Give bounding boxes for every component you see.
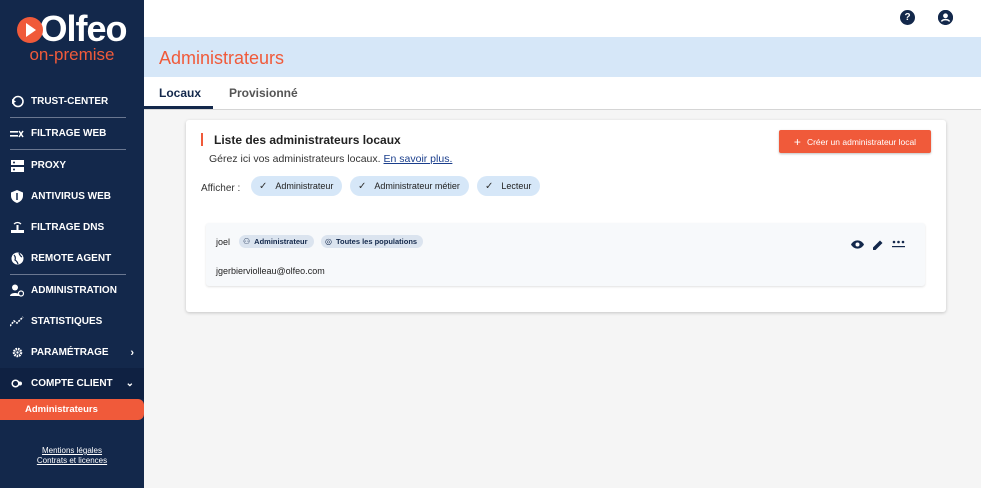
sidebar-item-label: REMOTE AGENT [31, 253, 112, 264]
role-badge: ⚇ Administrateur [239, 235, 314, 248]
sidebar-item-proxy[interactable]: PROXY [0, 150, 144, 181]
population-label: Toutes les populations [335, 237, 418, 246]
logo-subtitle: on-premise [29, 45, 115, 64]
sidebar-item-label: FILTRAGE WEB [31, 128, 107, 139]
sidebar-item-label: ADMINISTRATION [31, 285, 117, 296]
sidebar: Olfeo on-premise TRUST-CENTER FILTRAGE W… [0, 0, 144, 488]
check-icon: ✓ [259, 180, 268, 192]
sidebar-item-label: COMPTE CLIENT [31, 378, 113, 389]
chip-label: Administrateur métier [374, 181, 460, 191]
sidebar-item-label: FILTRAGE DNS [31, 222, 105, 233]
population-badge: ◎ Toutes les populations [321, 235, 424, 248]
filter-chip-administrateur-metier[interactable]: ✓ Administrateur métier [350, 176, 469, 196]
edit-icon[interactable] [873, 240, 883, 253]
title-accent [201, 133, 203, 146]
sidebar-item-label: PARAMÉTRAGE [31, 347, 109, 358]
account-icon [10, 377, 24, 391]
sidebar-subitem-administrateurs[interactable]: Administrateurs [0, 399, 144, 420]
learn-more-link[interactable]: En savoir plus. [384, 153, 453, 165]
chip-label: Lecteur [501, 181, 532, 191]
local-admins-card: Liste des administrateurs locaux Gérez i… [186, 120, 946, 312]
description-text: Gérez ici vos administrateurs locaux. [209, 153, 381, 165]
globe-icon [10, 252, 24, 266]
contracts-link[interactable]: Contrats et licences [0, 456, 144, 466]
target-icon: ◎ [325, 237, 332, 246]
logo-text: Olfeo [39, 8, 127, 49]
plus-icon: + [793, 134, 801, 149]
check-icon: ✓ [485, 180, 494, 192]
sidebar-nav: TRUST-CENTER FILTRAGE WEB PROXY ANTIVIRU… [0, 86, 144, 420]
admin-name: joel [216, 237, 231, 247]
badge-icon: ⚇ [243, 237, 251, 246]
filter-chip-administrateur[interactable]: ✓ Administrateur [251, 176, 343, 196]
help-icon[interactable]: ? [900, 10, 915, 25]
filter-chip-lecteur[interactable]: ✓ Lecteur [477, 176, 541, 196]
view-icon[interactable] [851, 240, 864, 252]
footer-links: Mentions légales Contrats et licences [0, 446, 144, 466]
active-tab-indicator [144, 106, 213, 109]
dns-icon [10, 221, 24, 235]
filter-label: Afficher : [201, 183, 241, 194]
chip-label: Administrateur [275, 181, 334, 191]
sidebar-item-label: STATISTIQUES [31, 316, 103, 327]
more-options-icon[interactable] [892, 239, 905, 252]
check-icon: ✓ [358, 180, 367, 192]
tab-provisionne[interactable]: Provisionné [229, 86, 298, 100]
sidebar-item-filtrage-dns[interactable]: FILTRAGE DNS [0, 212, 144, 243]
admin-list-item[interactable]: joel ⚇ Administrateur ◎ Toutes les popul… [206, 223, 925, 286]
sidebar-item-label: PROXY [31, 160, 67, 171]
shield-icon [10, 190, 24, 204]
sidebar-item-statistiques[interactable]: STATISTIQUES [0, 306, 144, 337]
sidebar-item-label: TRUST-CENTER [31, 96, 109, 107]
admin-icon [10, 284, 24, 298]
sidebar-item-administration[interactable]: ADMINISTRATION [0, 275, 144, 306]
chevron-down-icon: ⌄ [125, 378, 134, 389]
role-label: Administrateur [254, 237, 308, 246]
filter-web-icon [10, 127, 24, 141]
sidebar-item-filtrage-web[interactable]: FILTRAGE WEB [0, 118, 144, 149]
legal-link[interactable]: Mentions légales [0, 446, 144, 456]
tab-locaux[interactable]: Locaux [159, 86, 201, 100]
create-button-label: Créer un administrateur local [806, 136, 917, 147]
page-title: Administrateurs [159, 48, 285, 68]
page-header: Administrateurs [144, 37, 981, 77]
card-description: Gérez ici vos administrateurs locaux. En… [209, 153, 452, 165]
stats-icon [10, 315, 24, 329]
sidebar-item-label: ANTIVIRUS WEB [31, 191, 111, 202]
card-title: Liste des administrateurs locaux [214, 133, 401, 147]
tab-bar: Locaux Provisionné [144, 77, 981, 110]
olfeo-logo[interactable]: Olfeo on-premise [0, 8, 144, 64]
proxy-icon [10, 159, 24, 173]
admin-email: jgerbierviolleau@olfeo.com [216, 266, 325, 276]
trust-center-icon [10, 95, 24, 109]
sidebar-item-trust-center[interactable]: TRUST-CENTER [0, 86, 144, 117]
sidebar-item-antivirus-web[interactable]: ANTIVIRUS WEB [0, 181, 144, 212]
sidebar-item-compte-client[interactable]: COMPTE CLIENT ⌄ [0, 368, 144, 399]
create-local-admin-button[interactable]: + Créer un administrateur local [779, 130, 931, 153]
user-icon[interactable] [938, 10, 953, 25]
top-bar: ? [144, 0, 981, 37]
sidebar-item-parametrage[interactable]: PARAMÉTRAGE › [0, 337, 144, 368]
gear-icon [10, 346, 24, 360]
sidebar-item-remote-agent[interactable]: REMOTE AGENT [0, 243, 144, 274]
chevron-right-icon: › [130, 346, 134, 359]
